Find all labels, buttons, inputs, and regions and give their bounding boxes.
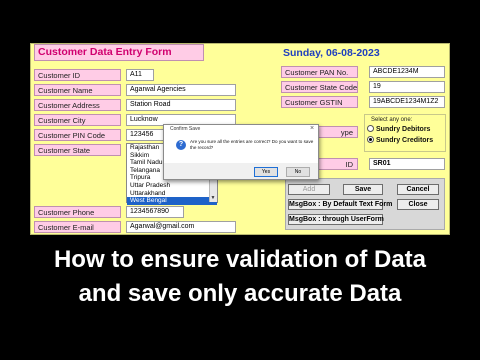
customer-address-label: Customer Address: [34, 99, 121, 111]
list-item-selected[interactable]: West Bengal: [127, 197, 217, 205]
radio-icon[interactable]: [367, 124, 374, 132]
customer-city-label: Customer City: [34, 114, 121, 126]
caption-line-1: How to ensure validation of Data: [53, 246, 427, 273]
customer-email-field[interactable]: Agarwal@gmail.com: [126, 221, 236, 233]
customer-pin-label: Customer PIN Code: [34, 129, 121, 141]
list-item[interactable]: Uttar Pradesh: [127, 182, 217, 190]
customer-state-code-label: Customer State Code: [281, 81, 358, 93]
customer-id-label: Customer ID: [34, 69, 121, 81]
option-label: Sundry Creditors: [376, 137, 434, 144]
option-sundry-debitors[interactable]: Sundry Debitors: [367, 124, 445, 135]
sr-id-field: SR01: [369, 158, 445, 170]
close-icon[interactable]: ×: [307, 124, 317, 134]
customer-phone-field[interactable]: 1234567890: [126, 206, 184, 218]
add-button[interactable]: Add: [288, 184, 330, 195]
cancel-button[interactable]: Cancel: [397, 184, 439, 195]
save-button[interactable]: Save: [343, 184, 383, 195]
customer-name-label: Customer Name: [34, 84, 121, 96]
scroll-down-icon[interactable]: ▼: [209, 195, 217, 202]
customer-phone-label: Customer Phone: [34, 206, 121, 218]
customer-state-code-field[interactable]: 19: [369, 81, 445, 93]
option-group-title: Select any one:: [371, 117, 413, 123]
option-label: Sundry Debitors: [376, 126, 431, 133]
close-button[interactable]: Close: [397, 199, 439, 210]
msgbox-userform-button[interactable]: MsgBox : through UserForm: [288, 214, 384, 225]
caption-line-2: and save only accurate Data: [78, 280, 402, 307]
radio-selected-icon[interactable]: [367, 135, 374, 143]
form-title: Customer Data Entry Form: [34, 44, 204, 61]
customer-gstin-label: Customer GSTIN: [281, 96, 358, 108]
customer-address-field[interactable]: Station Road: [126, 99, 236, 111]
date-label: Sunday, 06-08-2023: [283, 47, 380, 59]
dialog-message: Are you sure all the entries are correct…: [190, 139, 314, 150]
customer-state-label: Customer State: [34, 144, 121, 156]
msgbox-text-form-button[interactable]: MsgBox : By Default Text Form: [288, 199, 392, 210]
list-item[interactable]: Uttarakhand: [127, 190, 217, 198]
customer-email-label: Customer E-mail: [34, 221, 121, 233]
customer-gstin-field[interactable]: 19ABCDE1234M1Z2: [369, 96, 445, 108]
question-icon: ?: [176, 140, 186, 150]
yes-button[interactable]: Yes: [254, 167, 278, 177]
dialog-title: Confirm Save: [170, 126, 201, 132]
customer-id-field[interactable]: A11: [126, 69, 154, 81]
no-button[interactable]: No: [286, 167, 310, 177]
customer-name-field[interactable]: Agarwal Agencies: [126, 84, 236, 96]
option-sundry-creditors[interactable]: Sundry Creditors: [367, 135, 445, 146]
customer-pan-field[interactable]: ABCDE1234M: [369, 66, 445, 78]
customer-pan-label: Customer PAN No.: [281, 66, 358, 78]
